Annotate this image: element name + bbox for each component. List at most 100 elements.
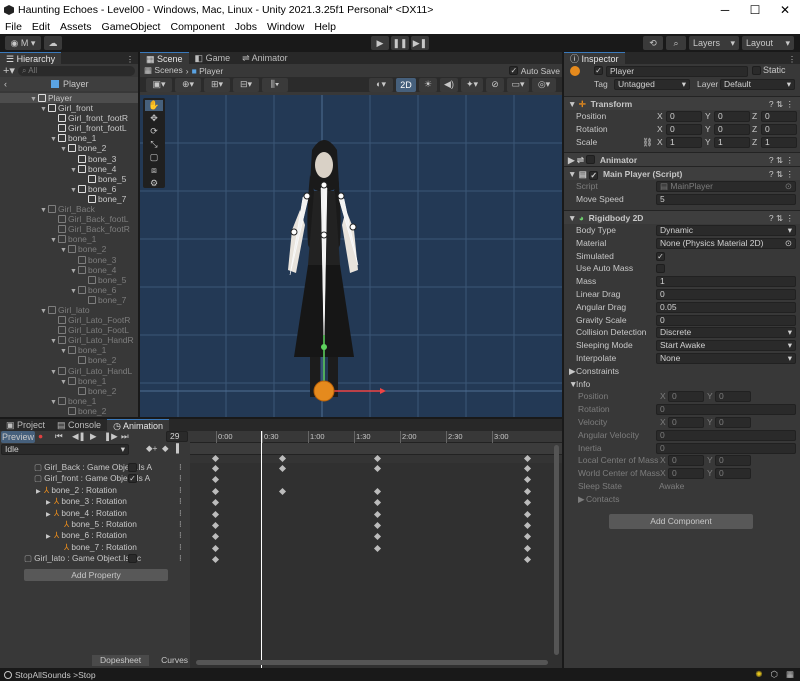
- pause-button[interactable]: ❚❚: [391, 36, 409, 50]
- hierarchy-item[interactable]: ▼ bone_1: [0, 376, 138, 386]
- inspector-menu-icon[interactable]: ⋮: [788, 55, 800, 64]
- active-toggle[interactable]: ✓: [594, 66, 603, 75]
- keyframe-diamond[interactable]: [211, 510, 220, 518]
- property-menu-icon[interactable]: ⁝: [179, 519, 182, 530]
- menu-file[interactable]: File: [0, 21, 27, 33]
- hierarchy-item[interactable]: ▼ Player: [0, 93, 138, 104]
- rigidbody-checkbox[interactable]: [656, 264, 665, 274]
- keyframe-diamond[interactable]: [523, 510, 532, 518]
- property-value-toggle[interactable]: ✓: [128, 474, 137, 484]
- hierarchy-item[interactable]: Girl_Back_footR: [0, 224, 138, 234]
- property-value-toggle[interactable]: [128, 463, 137, 472]
- scale-z-field[interactable]: 1: [761, 136, 797, 148]
- shading-dropdown[interactable]: ◐▾: [369, 77, 393, 92]
- hierarchy-item[interactable]: bone_7: [0, 194, 138, 204]
- tab-scene[interactable]: ▦ Scene: [140, 52, 189, 64]
- rigidbody2d-header[interactable]: ▼ ◕ Rigidbody 2D ? ⇅ ⋮: [564, 209, 800, 224]
- rigidbody-number-field[interactable]: 0: [656, 288, 796, 300]
- event-icon[interactable]: ▌: [176, 443, 182, 453]
- layout-dropdown[interactable]: Layout ▾: [742, 36, 794, 50]
- keyframe-diamond[interactable]: [211, 556, 220, 564]
- keyframe-diamond[interactable]: [523, 464, 532, 473]
- property-menu-icon[interactable]: ⁝: [179, 553, 182, 564]
- step-button[interactable]: ▶❚: [411, 36, 429, 50]
- scenes-breadcrumb[interactable]: ▦ Scenes: [144, 65, 183, 76]
- keyframe-diamond[interactable]: [373, 499, 382, 507]
- gizmos-icon[interactable]: ◎▾: [532, 77, 556, 92]
- scale-tool-icon[interactable]: ⤡: [150, 139, 157, 150]
- dopesheet-tab[interactable]: Dopesheet: [92, 655, 150, 666]
- prev-frame-icon[interactable]: ◀❚: [72, 431, 86, 442]
- keyframe-lane[interactable]: [190, 520, 562, 531]
- position-x-field[interactable]: 0: [666, 111, 702, 122]
- hierarchy-item[interactable]: ▼ bone_6: [0, 184, 138, 194]
- debug-icon[interactable]: ⬡: [771, 669, 778, 680]
- tab-animator[interactable]: ⇌ Animator: [236, 52, 294, 64]
- hierarchy-item[interactable]: Girl_Lato_FootR: [0, 315, 138, 325]
- keyframe-diamond[interactable]: [211, 533, 220, 541]
- maximize-button[interactable]: ☐: [740, 3, 770, 17]
- tag-dropdown[interactable]: Untagged ▾: [614, 79, 690, 90]
- contacts-foldout[interactable]: ▶ Contacts: [564, 493, 800, 506]
- event-lane[interactable]: [190, 443, 562, 455]
- keyframe-diamond[interactable]: [523, 533, 532, 541]
- tab-project[interactable]: ▣ Project: [0, 419, 51, 431]
- hierarchy-item[interactable]: ▼ bone_4: [0, 164, 138, 174]
- hierarchy-item[interactable]: ▼ Girl_lato: [0, 305, 138, 315]
- constrain-proportions-icon[interactable]: ⛓: [642, 136, 653, 149]
- constraints-foldout[interactable]: ▶ Constraints: [564, 365, 800, 378]
- summary-keyframe[interactable]: [373, 454, 382, 463]
- property-menu-icon[interactable]: ⁝: [179, 462, 182, 473]
- next-frame-icon[interactable]: ❚▶: [104, 431, 118, 442]
- animation-property-row[interactable]: ⅄ bone_5 : Rotation ⁝: [0, 519, 190, 530]
- hierarchy-item[interactable]: ▼ Girl_front: [0, 103, 138, 113]
- hierarchy-item[interactable]: bone_3: [0, 255, 138, 265]
- menu-component[interactable]: Component: [165, 21, 229, 33]
- keyframe-diamond[interactable]: [373, 464, 382, 473]
- effects-icon[interactable]: ✦▾: [461, 77, 483, 92]
- scale-y-field[interactable]: 1: [714, 136, 750, 148]
- panel-menu-icon[interactable]: ⋮: [126, 55, 138, 64]
- hierarchy-item[interactable]: bone_7: [0, 295, 138, 305]
- auto-save-toggle[interactable]: ✓ Auto Save: [509, 66, 562, 76]
- tab-console[interactable]: ▤ Console: [51, 419, 107, 431]
- animation-property-row[interactable]: ▶ ⅄ bone_6 : Rotation ⁝: [0, 530, 190, 541]
- hierarchy-item[interactable]: ▼ Girl_Lato_HandR: [0, 335, 138, 345]
- add-property-button[interactable]: Add Property: [24, 568, 168, 581]
- menu-edit[interactable]: Edit: [27, 21, 55, 33]
- animation-property-row[interactable]: ▢ Girl_front : Game Object.Is A ✓ ⁝: [0, 473, 190, 484]
- hierarchy-item[interactable]: ▼ bone_2: [0, 244, 138, 254]
- property-menu-icon[interactable]: ⁝: [179, 496, 182, 507]
- animation-property-row[interactable]: ▢ Girl_lato : Game Object.Is Ac ⁝: [0, 553, 190, 564]
- keyframe-diamond[interactable]: [523, 521, 532, 529]
- hierarchy-item[interactable]: ▼ bone_1: [0, 345, 138, 355]
- horizontal-scrollbar[interactable]: [196, 660, 548, 665]
- summary-keyframe[interactable]: [523, 454, 532, 463]
- hierarchy-item[interactable]: bone_5: [0, 275, 138, 285]
- property-value-toggle[interactable]: [128, 554, 137, 564]
- search-icon[interactable]: ⌕: [666, 36, 686, 50]
- keyframe-diamond[interactable]: [373, 521, 382, 529]
- hierarchy-item[interactable]: Girl_front_footR: [0, 113, 138, 123]
- prefab-breadcrumb[interactable]: ‹ Player: [0, 77, 138, 91]
- status-message[interactable]: StopAllSounds >Stop: [15, 670, 755, 680]
- hierarchy-item[interactable]: bone_2: [0, 386, 138, 396]
- keyframe-diamond[interactable]: [373, 510, 382, 518]
- component-menu-icon[interactable]: ? ⇅ ⋮: [769, 167, 794, 181]
- hierarchy-item[interactable]: bone_2: [0, 406, 138, 416]
- rotate-tool-icon[interactable]: ⟳: [150, 126, 158, 137]
- keyframe-lane[interactable]: [190, 554, 562, 565]
- move-speed-field[interactable]: 5: [656, 194, 796, 206]
- transform-tool-icon[interactable]: ⧈: [151, 165, 157, 176]
- add-keyframe-icon[interactable]: ◆+: [146, 443, 158, 454]
- hierarchy-item[interactable]: Girl_Back_footL: [0, 214, 138, 224]
- hierarchy-item[interactable]: Girl_front_footL: [0, 123, 138, 133]
- keyframe-diamond[interactable]: [523, 487, 532, 495]
- keyframe-diamond[interactable]: [211, 476, 220, 484]
- tab-hierarchy[interactable]: ☰ Hierarchy: [0, 52, 62, 64]
- scale-x-field[interactable]: 1: [666, 136, 702, 148]
- rigidbody-object-field[interactable]: None (Physics Material 2D) ⊙: [656, 237, 796, 249]
- keyframe-diamond[interactable]: [373, 487, 382, 495]
- keyframe-lane[interactable]: [190, 474, 562, 485]
- keyframe-lane[interactable]: [190, 486, 562, 497]
